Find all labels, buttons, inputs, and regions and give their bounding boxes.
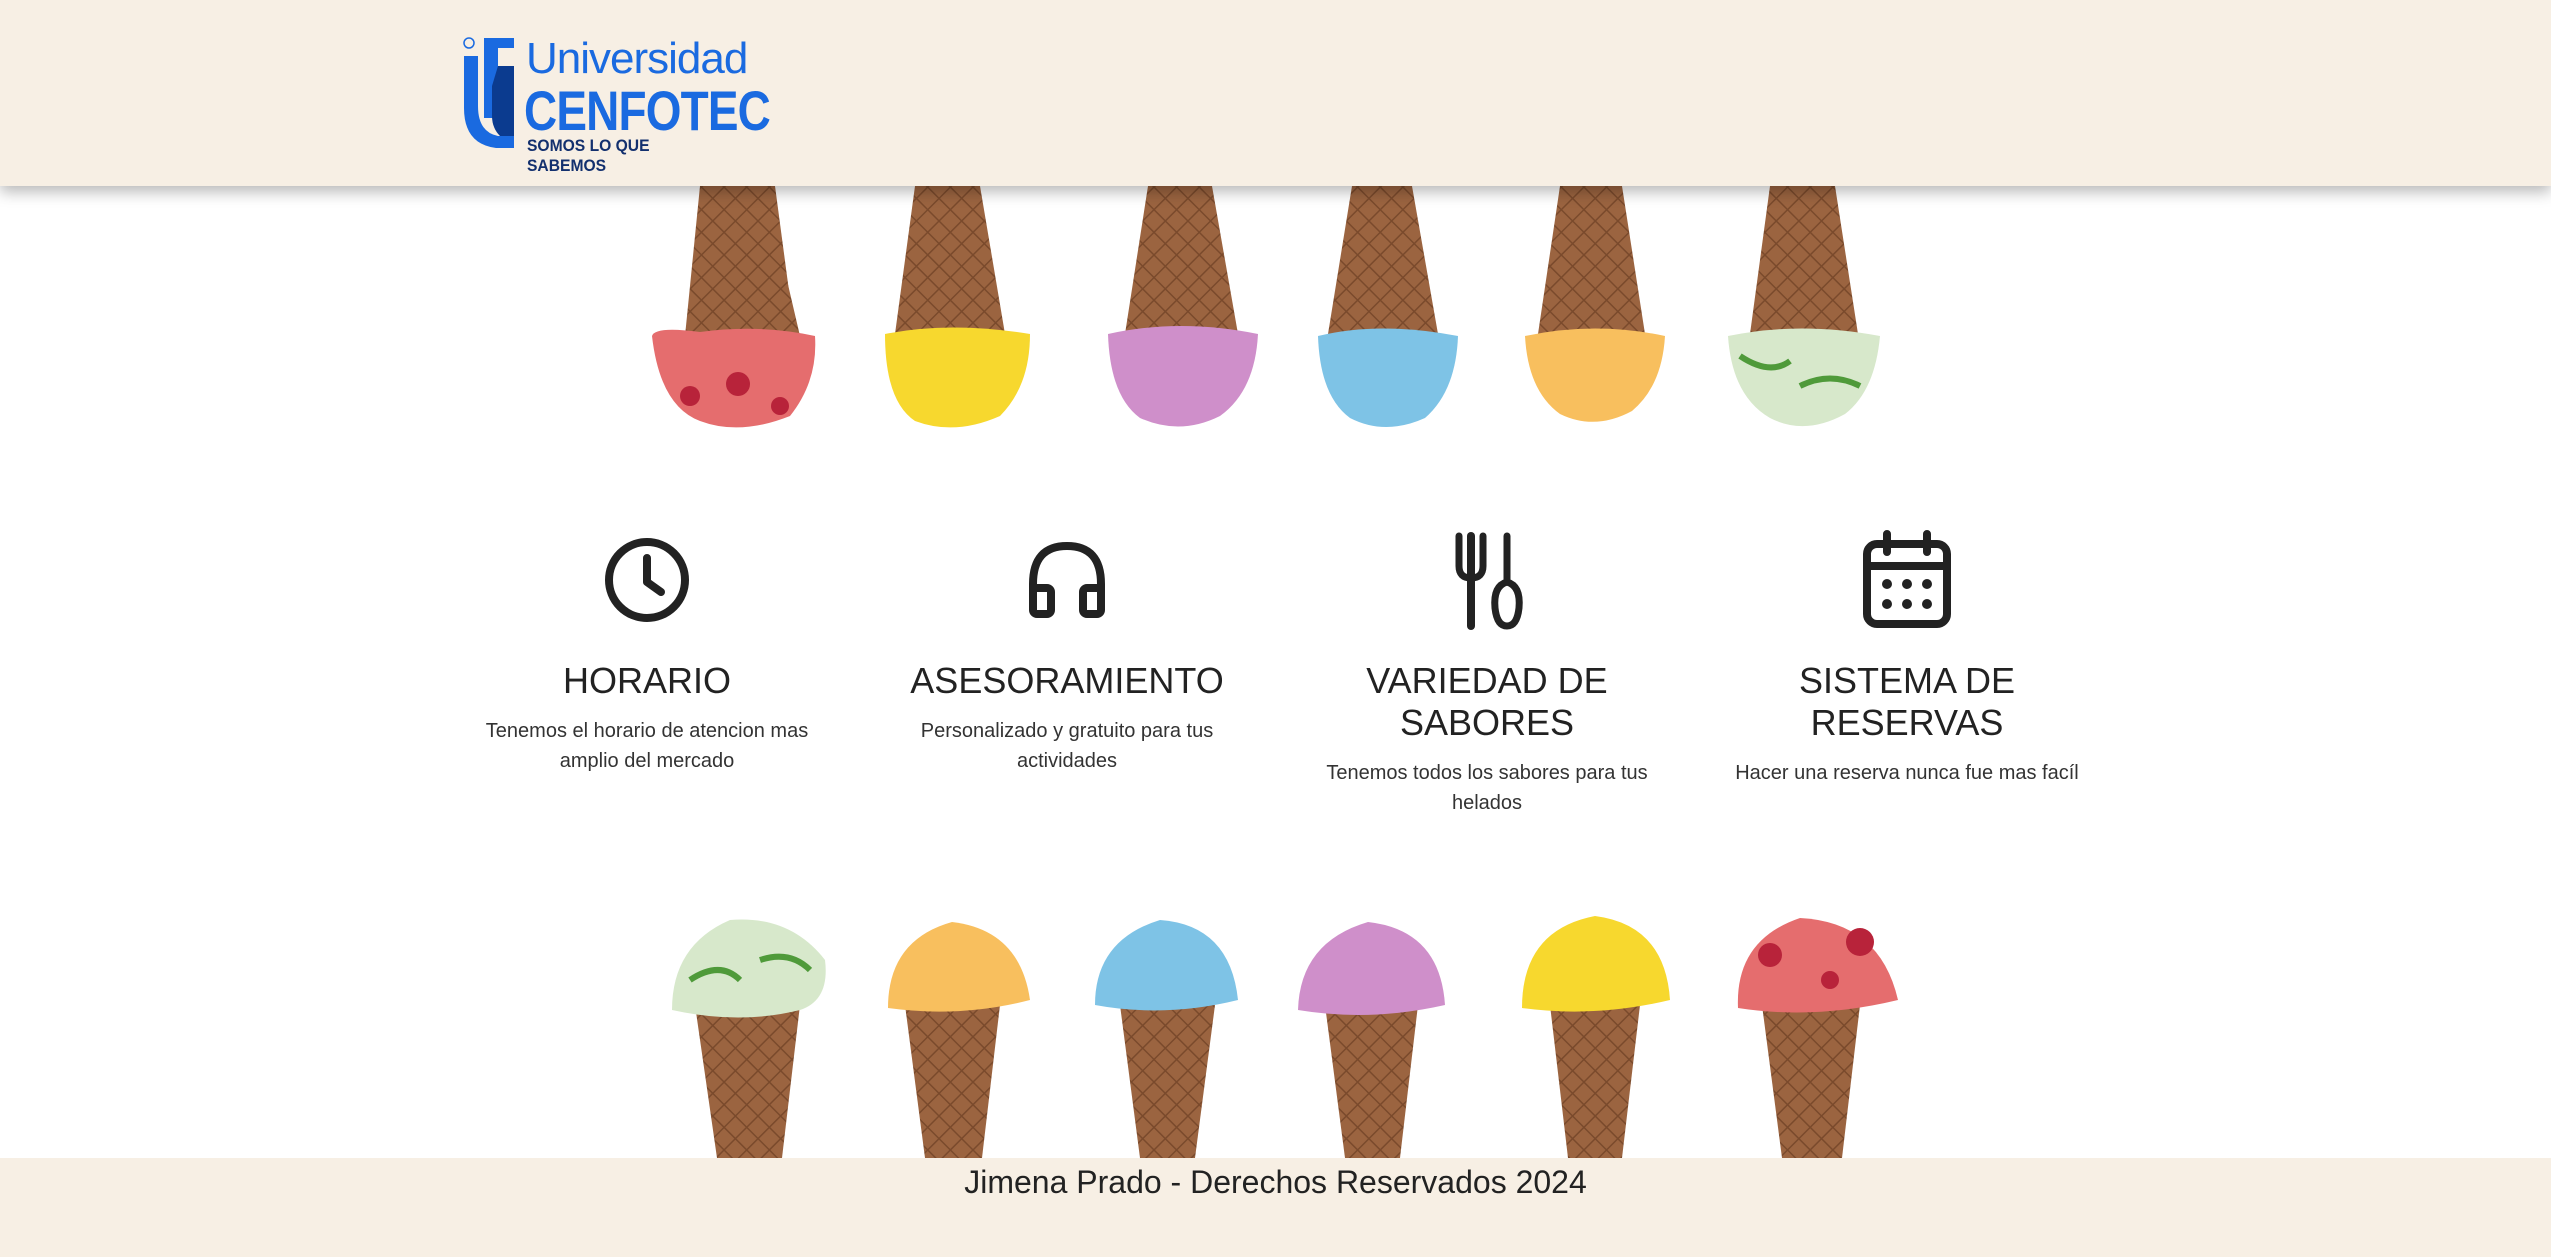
feature-horario: HORARIO Tenemos el horario de atencion m… [457,530,837,776]
clock-icon [605,538,689,622]
top-cone-pistachio [1728,186,1880,427]
feature-description: Tenemos el horario de atencion mas ampli… [485,720,809,772]
top-cone-lemon [885,186,1030,428]
cenfotec-logo-mark-icon [463,37,514,148]
feature-title: VARIEDAD DE SABORES [1366,660,1608,743]
bottom-ice-cream-banner [672,916,1898,1158]
logo-brand: CENFOTEC [524,79,771,142]
top-cone-blue-mint [1318,186,1458,427]
bottom-cone-pistachio [672,919,826,1158]
top-ice-cream-banner [652,186,1880,428]
site-header: Universidad CENFOTEC SOMOS LO QUE SABEMO… [0,0,2551,186]
bottom-cone-blue-mint [1095,920,1238,1158]
footer-copyright: Jimena Prado - Derechos Reservados 2024 [964,1164,1587,1200]
top-cone-raspberry [652,186,816,428]
headphones-icon [1029,541,1105,618]
logo-title: Universidad [526,34,748,83]
bottom-cone-mango [888,922,1030,1158]
calendar-icon [1863,530,1951,628]
feature-description: Hacer una reserva nunca fue mas facíl [1735,762,2079,784]
feature-description: Tenemos todos los sabores para tus helad… [1326,762,1648,814]
bottom-cone-blueberry [1298,922,1445,1158]
feature-title: SISTEMA DE RESERVAS [1798,660,2016,743]
site-footer: Jimena Prado - Derechos Reservados 2024 [0,1158,2551,1257]
bottom-cone-lemon [1522,916,1670,1158]
university-logo[interactable]: Universidad CENFOTEC SOMOS LO QUE SABEMO… [462,32,771,175]
top-cone-blueberry [1108,186,1258,427]
feature-title: HORARIO [562,660,731,701]
feature-description: Personalizado y gratuito para tus activi… [920,720,1214,772]
top-cone-mango [1525,186,1665,422]
features-section: HORARIO Tenemos el horario de atencion m… [0,530,2551,860]
bottom-cone-raspberry [1737,918,1898,1158]
utensils-icon [1455,532,1523,630]
feature-title: ASESORAMIENTO [910,660,1224,701]
feature-variedad: VARIEDAD DE SABORES Tenemos todos los sa… [1297,530,1677,818]
logo-tagline: SOMOS LO QUE SABEMOS [527,136,650,175]
feature-reservas: SISTEMA DE RESERVAS Hacer una reserva nu… [1717,530,2097,788]
feature-asesoramiento: ASESORAMIENTO Personalizado y gratuito p… [877,530,1257,776]
